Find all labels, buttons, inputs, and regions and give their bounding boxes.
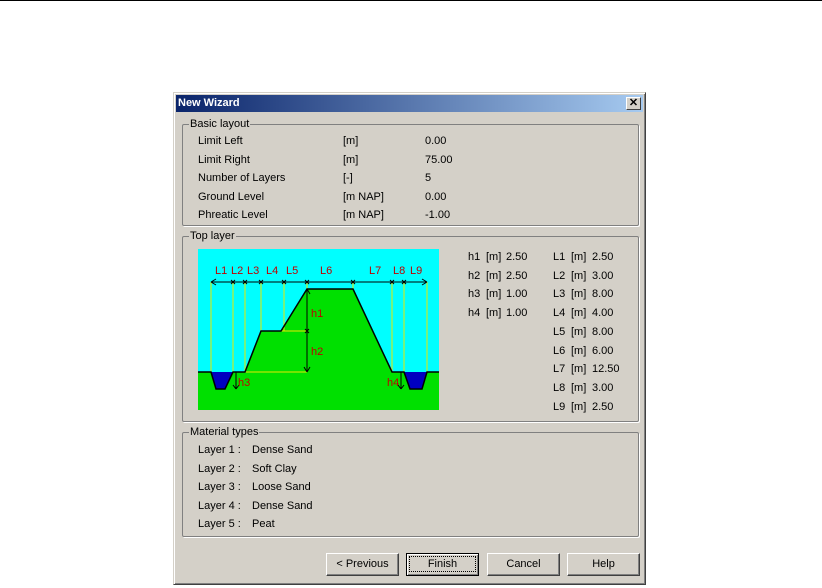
h-param-name: h1 [468,251,481,263]
l-param-name: L5 [553,325,566,338]
h-param-name: h2 [468,269,481,282]
finish-button-label: Finish [408,556,477,572]
l-param-unit: [m] [571,269,587,282]
l-param-value: 2.50 [592,400,614,413]
previous-button[interactable]: < Previous [326,553,399,576]
basic-layout-unit: [m NAP] [343,190,384,203]
label-h4: h4 [387,377,399,389]
l-param-value: 3.00 [592,269,614,282]
l-param-value: 8.00 [592,288,614,301]
h-param-value: 2.50 [506,251,528,263]
material-layer-value: Peat [252,518,275,530]
material-layer-label: Layer 1 : [198,444,241,456]
material-layer-label: Layer 4 : [198,499,241,512]
label-l6: L6 [320,265,332,277]
label-l2: L2 [231,265,243,277]
label-l1: L1 [215,265,227,277]
basic-layout-label: Limit Left [198,135,243,147]
basic-layout-label: Number of Layers [198,172,286,185]
basic-layout-unit: [-] [343,172,353,185]
label-l5: L5 [286,265,298,277]
h-param-unit: [m] [486,251,502,263]
material-layer-value: Loose Sand [252,481,311,493]
label-l9: L9 [410,265,422,277]
l-param-value: 4.00 [592,307,614,320]
dialog-title: New Wizard [178,97,240,109]
basic-layout-unit: [m NAP] [343,209,384,222]
title-bar[interactable]: New Wizard ✕ [176,95,643,112]
basic-layout-label: Ground Level [198,190,265,203]
l-param-name: L8 [553,381,566,394]
label-l4: L4 [266,265,278,277]
h-param-name: h4 [468,307,481,320]
l-param-name: L7 [553,363,566,376]
l-param-value: 3.00 [592,381,614,394]
basic-layout-title: Basic layout [189,117,251,131]
label-l8: L8 [393,265,405,277]
basic-layout-value: 0.00 [425,135,447,147]
material-layer-label: Layer 2 : [198,462,241,475]
top-layer-title: Top layer [189,229,236,243]
l-param-name: L4 [553,307,566,320]
l-param-name: L2 [553,269,566,282]
l-param-value: 12.50 [592,363,620,376]
l-param-unit: [m] [571,251,587,263]
h-param-unit: [m] [486,307,502,320]
close-icon[interactable]: ✕ [626,97,641,110]
basic-layout-label: Limit Right [198,153,250,166]
l-param-value: 8.00 [592,325,614,338]
help-button-label: Help [592,558,615,570]
h-param-unit: [m] [486,288,502,301]
h-param-value: 2.50 [506,269,528,282]
label-h1: h1 [311,308,323,320]
basic-layout-value: 75.00 [425,153,453,166]
basic-layout-unit: [m] [343,153,359,166]
l-param-name: L9 [553,400,566,413]
material-layer-value: Dense Sand [252,499,313,512]
material-types-title: Material types [189,425,260,439]
basic-layout-label: Phreatic Level [198,209,268,222]
label-h2: h2 [311,346,323,358]
l-param-unit: [m] [571,307,587,320]
l-param-value: 2.50 [592,251,614,263]
basic-layout-value: 5 [425,172,432,185]
l-param-unit: [m] [571,400,587,413]
h-param-unit: [m] [486,269,502,282]
basic-layout-unit: [m] [343,135,359,147]
top-layer-diagram: L1 L2 L3 L4 L5 L6 L7 L8 L9 h1 h2 h3 h4 [198,249,439,410]
material-layer-label: Layer 3 : [198,481,241,493]
l-param-unit: [m] [571,363,587,376]
l-param-unit: [m] [571,288,587,301]
l-param-value: 6.00 [592,344,614,357]
l-param-unit: [m] [571,325,587,338]
material-layer-value: Dense Sand [252,444,313,456]
l-param-name: L3 [553,288,566,301]
material-layer-label: Layer 5 : [198,518,241,530]
l-param-unit: [m] [571,344,587,357]
label-h3: h3 [238,377,250,389]
h-param-value: 1.00 [506,288,528,301]
cancel-button[interactable]: Cancel [487,553,560,576]
h-param-value: 1.00 [506,307,528,320]
cancel-button-label: Cancel [506,558,541,570]
l-param-name: L6 [553,344,566,357]
material-types-group: Material types [182,425,639,537]
material-layer-value: Soft Clay [252,462,297,475]
top-divider [0,0,822,1]
h-param-name: h3 [468,288,481,301]
l-param-name: L1 [553,251,566,263]
label-l7: L7 [369,265,381,277]
finish-button[interactable]: Finish [406,553,479,576]
basic-layout-value: -1.00 [425,209,451,222]
help-button[interactable]: Help [567,553,640,576]
previous-button-label: < Previous [336,558,389,570]
label-l3: L3 [247,265,259,277]
l-param-unit: [m] [571,381,587,394]
basic-layout-value: 0.00 [425,190,447,203]
